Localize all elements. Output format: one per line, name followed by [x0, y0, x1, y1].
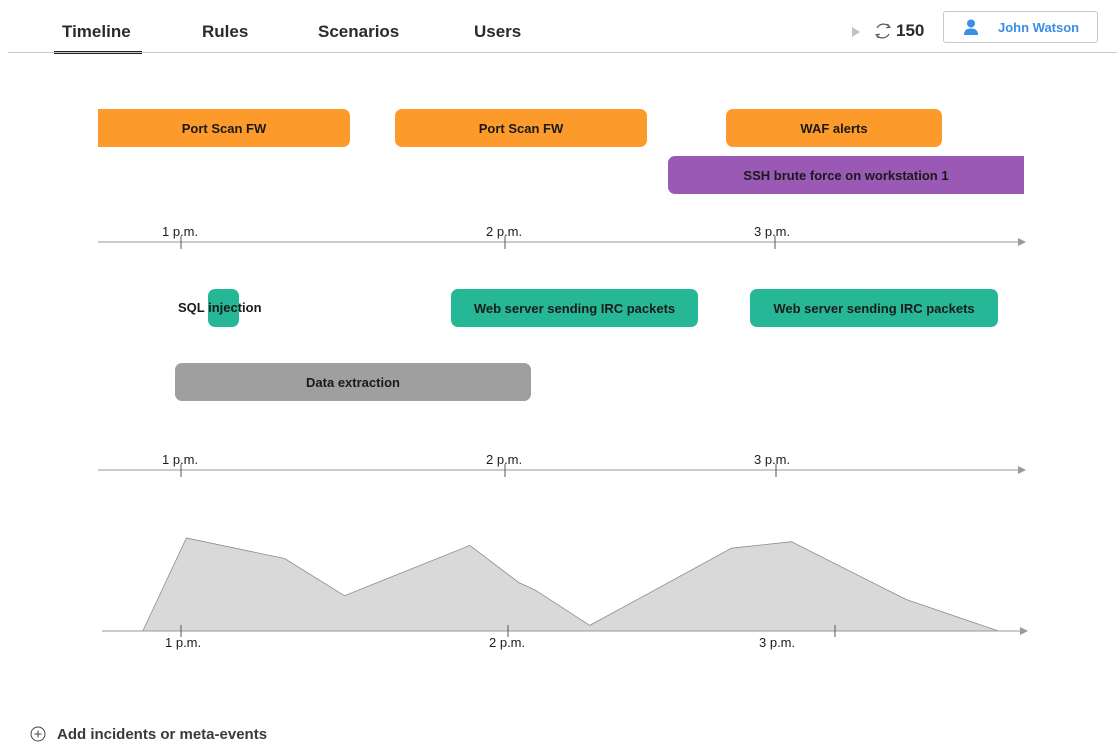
plus-circle-icon: [30, 726, 46, 742]
area-x-tick-label: 2 p.m.: [489, 635, 526, 650]
add-incidents-label: Add incidents or meta-events: [57, 726, 268, 743]
area-series: [142, 537, 999, 632]
area-x-tick-label: 1 p.m.: [165, 635, 202, 650]
area-x-tick-label: 3 p.m.: [759, 635, 796, 650]
sql-injection-label: SQL injection: [178, 300, 262, 315]
area-x-axis-arrow: [1020, 627, 1028, 635]
